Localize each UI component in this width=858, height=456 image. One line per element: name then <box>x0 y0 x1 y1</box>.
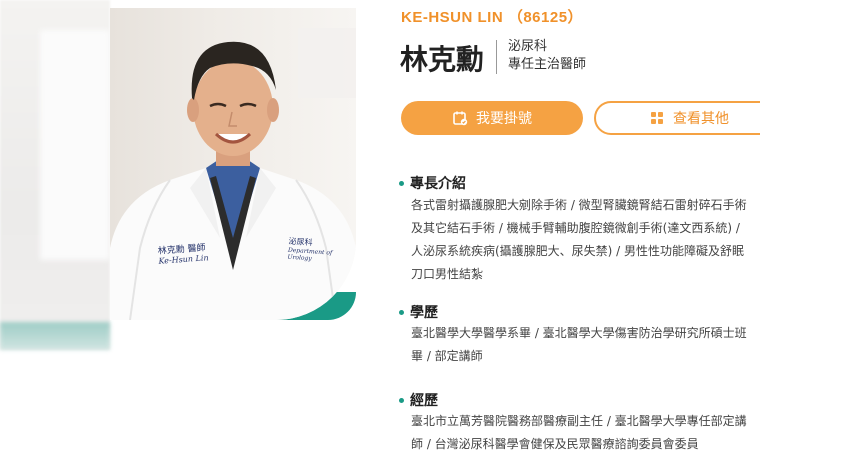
register-button[interactable]: 我要掛號 <box>401 101 583 135</box>
register-button-label: 我要掛號 <box>476 111 532 127</box>
section-title-specialty: 專長介紹 <box>399 173 466 193</box>
coat-embroidery-right: 泌尿科 Department of Urology <box>287 236 356 266</box>
background-blur-highlight <box>40 30 110 260</box>
specialty-body: 各式雷射攝護腺肥大剜除手術 / 微型腎臟鏡腎結石雷射碎石手術 及其它結石手術 /… <box>411 198 747 281</box>
specialty-title: 專長介紹 <box>410 176 466 192</box>
doctor-name-english: KE-HSUN LIN （86125） <box>401 9 584 26</box>
doctor-name: 林克勳 <box>400 43 485 76</box>
doctor-portrait <box>110 41 356 320</box>
section-title-experience: 經歷 <box>399 390 438 410</box>
view-more-button[interactable]: 查看其他 <box>594 101 784 135</box>
bullet-icon <box>399 180 404 186</box>
doctor-title: 專任主治醫師 <box>508 57 587 72</box>
background-blur-teal <box>0 322 110 350</box>
education-title: 學歷 <box>410 305 438 321</box>
view-more-button-label: 查看其他 <box>673 111 729 127</box>
coat-embroidery-left: 林克勳 醫師 Ke-Hsun Lin <box>157 240 209 265</box>
name-divider <box>496 40 497 74</box>
doctor-photo: 林克勳 醫師 Ke-Hsun Lin 泌尿科 Department of Uro… <box>110 8 356 320</box>
doctor-department: 泌尿科 <box>508 39 548 54</box>
education-body: 臺北醫學大學醫學系畢 / 臺北醫學大學傷害防治學研究所碩士班 畢 / 部定講師 <box>411 326 747 363</box>
doctor-department-block: 泌尿科 專任主治醫師 <box>508 38 586 74</box>
right-margin <box>760 0 858 452</box>
bullet-icon <box>399 397 404 403</box>
experience-title: 經歷 <box>410 393 438 409</box>
section-title-education: 學歷 <box>399 302 438 322</box>
calendar-check-icon <box>453 111 468 126</box>
grid-icon <box>651 112 663 124</box>
experience-body: 臺北市立萬芳醫院醫務部醫療副主任 / 臺北醫學大學專任部定講 師 / 台灣泌尿科… <box>411 414 747 451</box>
bullet-icon <box>399 309 404 315</box>
